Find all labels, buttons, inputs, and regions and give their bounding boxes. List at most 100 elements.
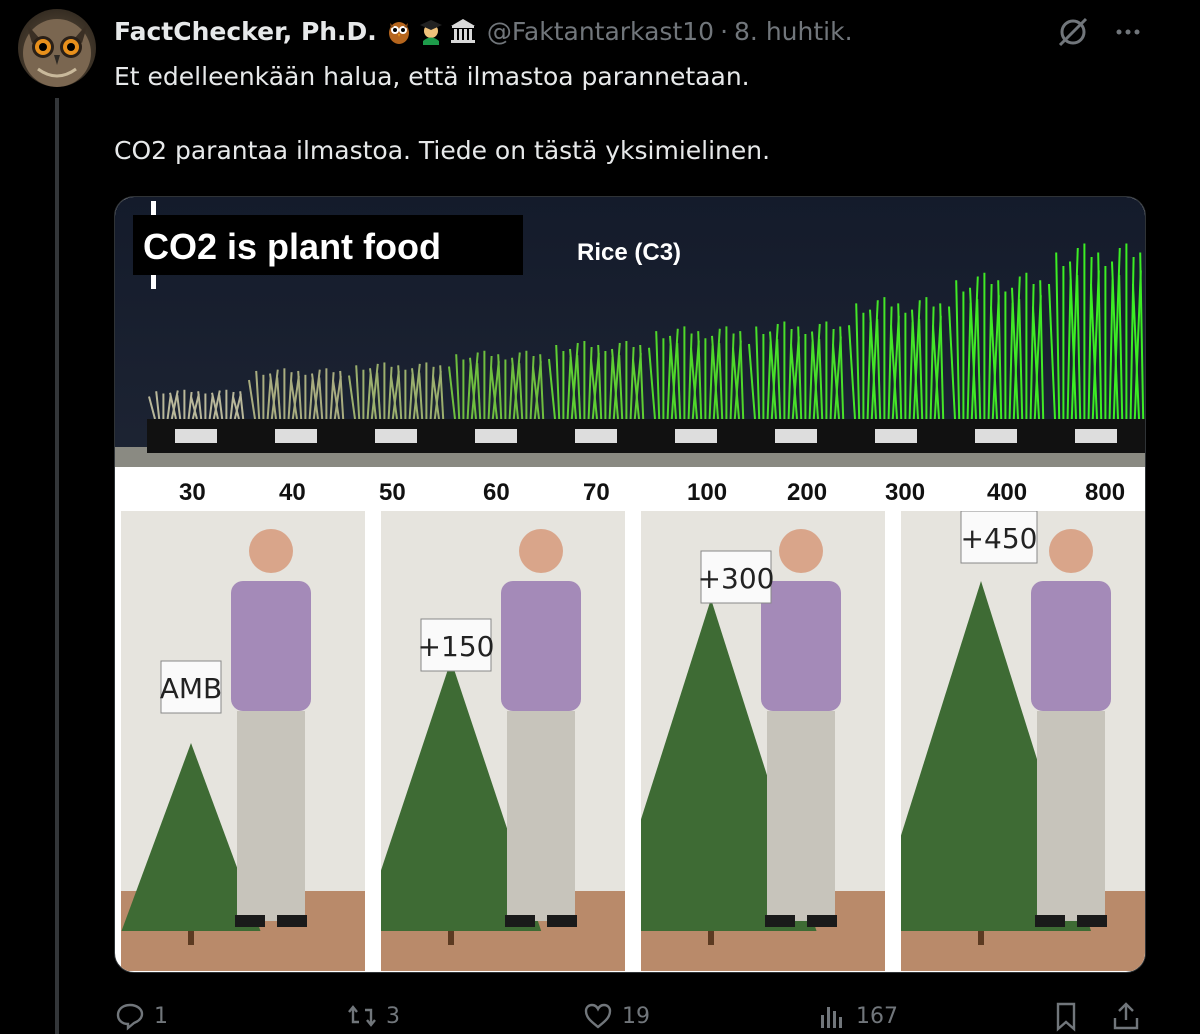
rice-blade	[539, 354, 545, 420]
share-button[interactable]	[1110, 996, 1142, 1034]
reply-button[interactable]: 1	[114, 996, 168, 1034]
rice-blade	[608, 356, 614, 420]
person-head	[1049, 529, 1093, 573]
rice-blade	[387, 366, 393, 420]
rice-blade	[487, 355, 493, 420]
rice-blade	[266, 378, 272, 420]
ppm-label: 400	[987, 479, 1028, 506]
rice-blade	[1129, 256, 1135, 420]
rice-blade	[955, 280, 961, 420]
rice-blade	[497, 354, 503, 420]
rice-blade	[776, 338, 782, 420]
person-shoe	[1035, 915, 1065, 927]
tree-photo: AMB	[121, 511, 365, 971]
avatar[interactable]	[18, 9, 96, 87]
rice-blade	[948, 306, 956, 420]
rice-blade	[748, 343, 756, 420]
co2-sign-label: +450	[961, 522, 1038, 555]
person-head	[249, 529, 293, 573]
tray-tag	[1075, 429, 1117, 443]
tray-tag	[875, 429, 917, 443]
repost-button[interactable]: 3	[346, 996, 400, 1034]
ruler-mark	[151, 201, 156, 215]
repost-icon	[348, 1005, 376, 1027]
rice-blade	[376, 372, 382, 420]
photo-panel-amb: AMB	[121, 511, 365, 971]
tray-tag	[675, 429, 717, 443]
rice-blade	[655, 331, 661, 420]
rice-blade	[439, 365, 445, 420]
owl-avatar-image	[23, 19, 91, 87]
post-text-line: CO2 parantaa ilmastoa. Tiede on tästä yk…	[114, 136, 771, 165]
ppm-label: 50	[379, 479, 406, 506]
co2-sign-label: +150	[418, 630, 495, 663]
rice-blade	[966, 302, 972, 420]
rice-blade	[429, 366, 435, 420]
rice-blade	[618, 354, 624, 420]
ppm-label: 300	[885, 479, 926, 506]
rice-blade	[987, 283, 993, 420]
rice-blade	[908, 322, 914, 420]
tray-tag	[275, 429, 317, 443]
post-text: Et edelleenkään halua, että ilmastoa par…	[114, 58, 1154, 169]
author-handle[interactable]: @Faktantarkast10	[487, 17, 714, 46]
rice-blade	[229, 391, 235, 420]
rice-blade	[366, 373, 372, 420]
rice-blade	[897, 303, 903, 420]
person-trousers	[1037, 711, 1105, 921]
rice-blade	[876, 318, 882, 420]
views-button[interactable]: 167	[816, 996, 898, 1034]
rice-blade	[176, 394, 182, 420]
rice-blade	[676, 342, 682, 420]
header-separator: ·	[720, 16, 729, 46]
rice-blade	[597, 344, 603, 420]
rice-blade	[1108, 279, 1114, 420]
heart-icon	[584, 1003, 612, 1029]
post-date[interactable]: 8. huhtik.	[734, 17, 853, 46]
rice-blade	[629, 346, 635, 420]
rice-blade	[508, 364, 514, 420]
person-shoe	[765, 915, 795, 927]
more-options-icon[interactable]	[1110, 14, 1146, 50]
image-caption: CO2 is plant food	[143, 226, 442, 267]
person-trousers	[507, 711, 575, 921]
rice-blade	[397, 365, 403, 420]
graduate-emoji-icon	[419, 20, 442, 45]
rice-blade	[929, 306, 935, 420]
tray-tag	[375, 429, 417, 443]
rice-blade	[997, 280, 1003, 420]
ppm-label: 100	[687, 479, 728, 506]
grok-icon[interactable]	[1055, 14, 1091, 50]
post-media-image[interactable]: CO2 is plant food Rice (C3) 30 40 50 60 70 10…	[114, 196, 1146, 973]
rice-blade	[155, 391, 161, 420]
rice-blade	[348, 375, 356, 420]
rice-blade	[708, 345, 714, 420]
rice-blade	[276, 377, 282, 420]
rice-blade	[818, 338, 824, 420]
rice-blade	[518, 362, 524, 420]
rice-blade	[855, 303, 861, 420]
author-name[interactable]: FactChecker, Ph.D.	[114, 17, 377, 46]
rice-blade	[766, 341, 772, 420]
thread-connector-line	[55, 98, 59, 1034]
rice-blade	[587, 346, 593, 420]
rice-blade	[555, 344, 561, 420]
like-button[interactable]: 19	[582, 996, 650, 1034]
post-text-line: Et edelleenkään halua, että ilmastoa par…	[114, 62, 750, 91]
rice-blade	[339, 370, 345, 420]
ppm-label: 30	[179, 479, 206, 506]
rice-blade	[1118, 274, 1124, 420]
rice-blade	[729, 333, 735, 420]
bookmark-icon	[1056, 1002, 1076, 1032]
ruler-mark	[151, 275, 156, 289]
rice-blade	[739, 331, 745, 420]
ppm-label: 60	[483, 479, 510, 506]
rice-blade	[329, 372, 335, 420]
tree-photo: +450	[901, 511, 1145, 971]
rice-blade	[187, 391, 193, 420]
rice-blade	[208, 395, 214, 420]
person-shirt	[501, 581, 581, 711]
ppm-label: 800	[1085, 479, 1126, 506]
classical-building-emoji-icon	[450, 19, 475, 43]
bookmark-button[interactable]	[1050, 996, 1082, 1034]
